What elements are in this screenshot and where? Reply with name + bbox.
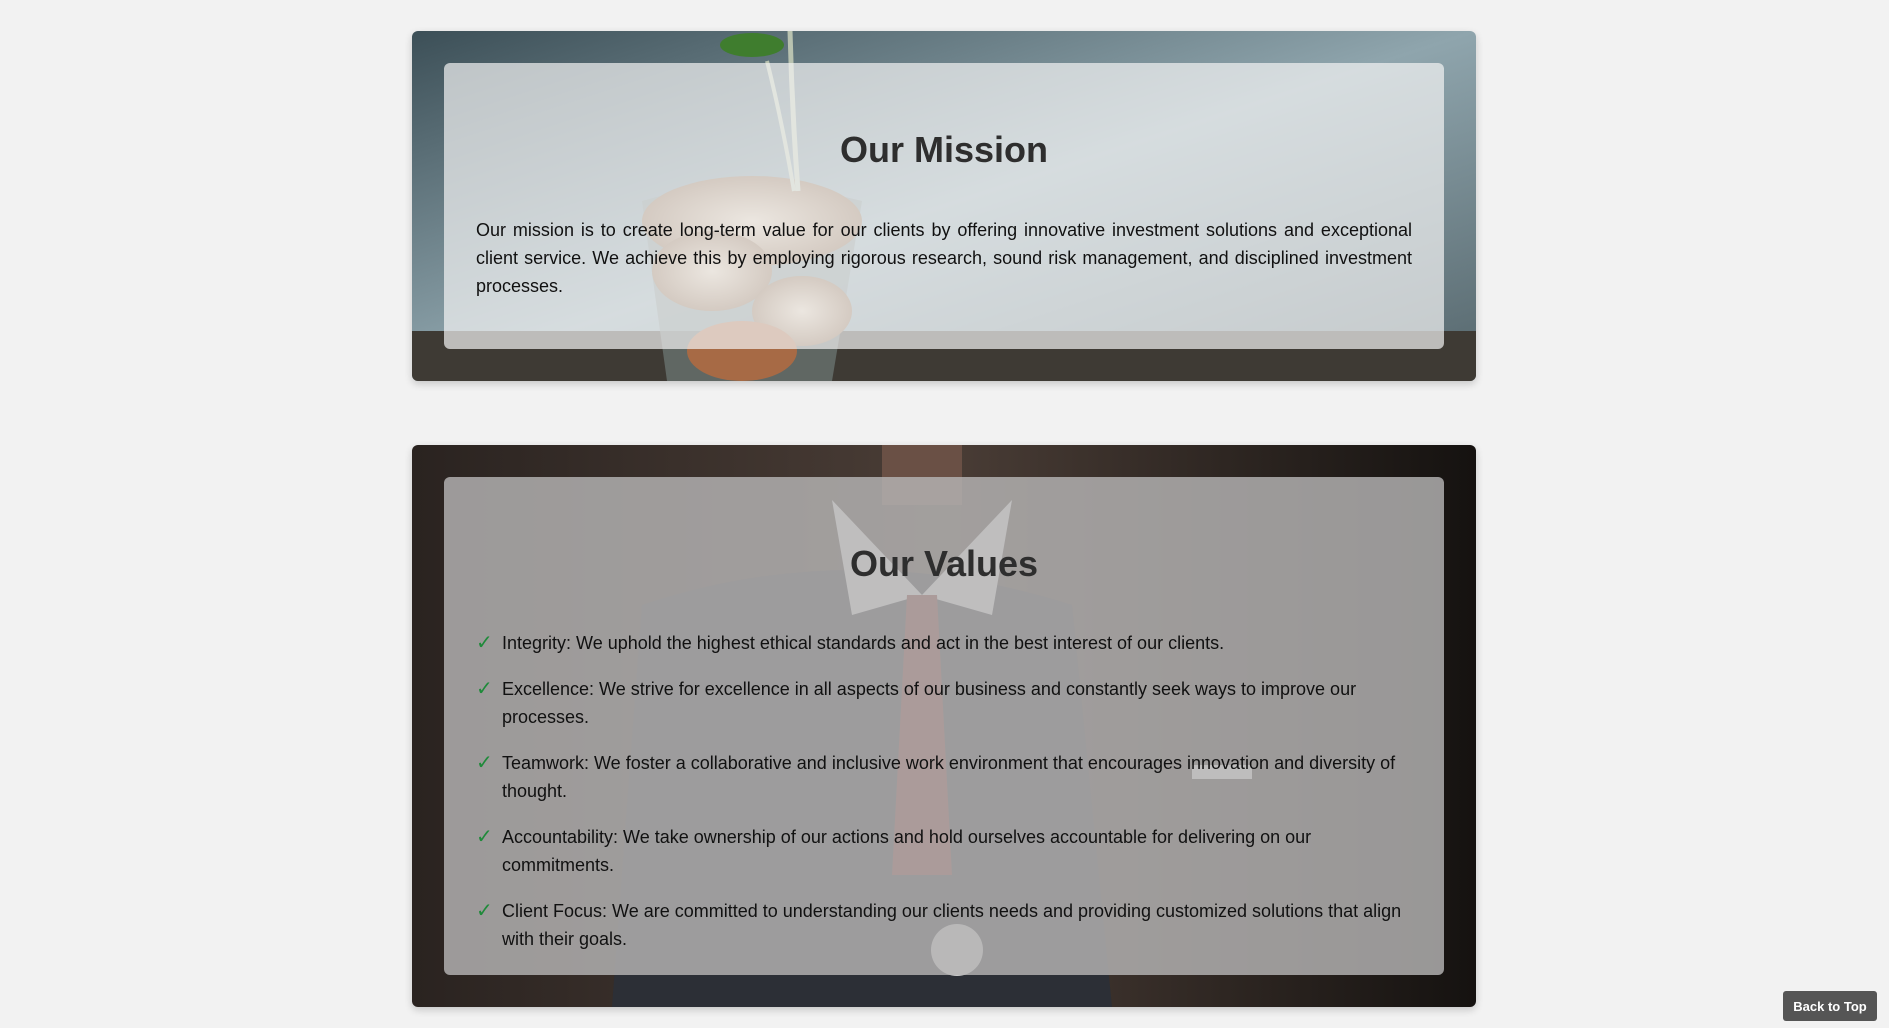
checkmark-icon: ✓ [476, 826, 493, 848]
mission-section: Our Mission Our mission is to create lon… [412, 31, 1476, 381]
value-text: Excellence: We strive for excellence in … [502, 679, 1357, 727]
list-item: ✓ Client Focus: We are committed to unde… [476, 897, 1412, 953]
value-text: Integrity: We uphold the highest ethical… [502, 633, 1225, 653]
back-to-top-button[interactable]: Back to Top [1783, 991, 1877, 1021]
values-panel: Our Values ✓ Integrity: We uphold the hi… [444, 477, 1444, 975]
values-title: Our Values [849, 543, 1039, 584]
checkmark-icon: ✓ [476, 752, 493, 774]
checkmark-icon: ✓ [476, 900, 493, 922]
list-item: ✓ Excellence: We strive for excellence i… [476, 675, 1412, 731]
list-item: ✓ Accountability: We take ownership of o… [476, 823, 1412, 879]
values-section: Our Values ✓ Integrity: We uphold the hi… [412, 445, 1476, 1007]
value-text: Client Focus: We are committed to unders… [502, 901, 1402, 949]
value-text: Accountability: We take ownership of our… [502, 827, 1312, 875]
mission-text: Our mission is to create long-term value… [476, 220, 1412, 296]
list-item: ✓ Teamwork: We foster a collaborative an… [476, 749, 1412, 805]
mission-title: Our Mission [839, 129, 1049, 170]
mission-panel: Our Mission Our mission is to create lon… [444, 63, 1444, 349]
checkmark-icon: ✓ [476, 632, 493, 654]
values-list: ✓ Integrity: We uphold the highest ethic… [476, 629, 1412, 953]
value-text: Teamwork: We foster a collaborative and … [502, 753, 1396, 801]
checkmark-icon: ✓ [476, 678, 493, 700]
list-item: ✓ Integrity: We uphold the highest ethic… [476, 629, 1412, 657]
